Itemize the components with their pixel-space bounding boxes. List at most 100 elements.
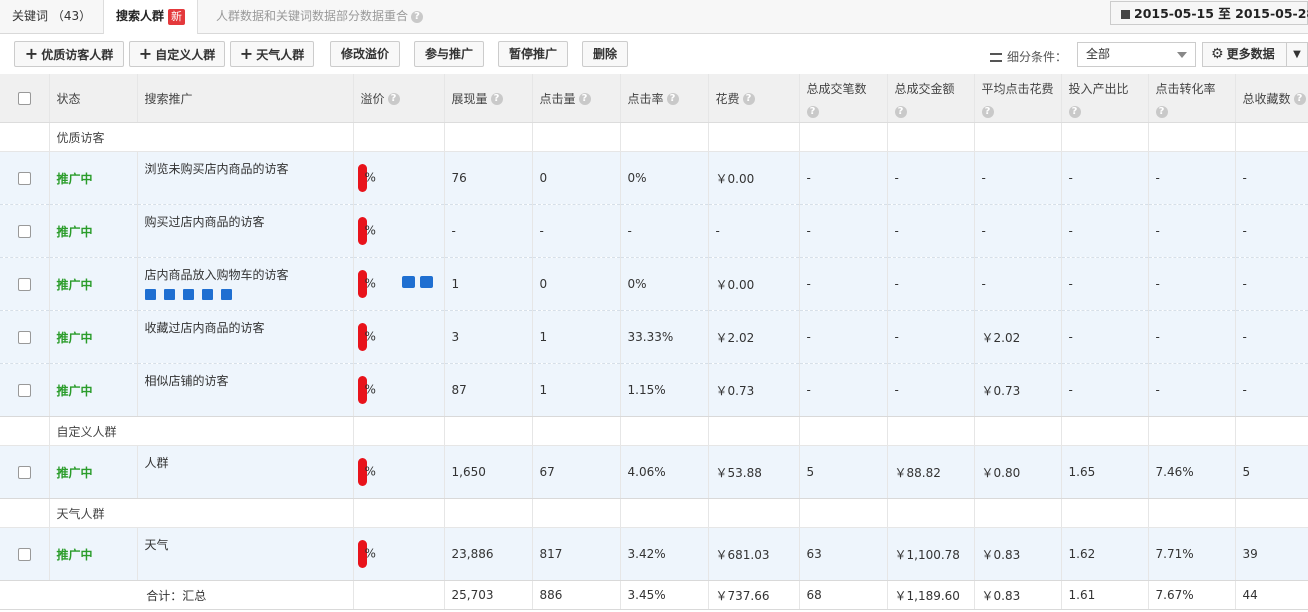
col-header-label: 点击转化率	[1155, 82, 1216, 96]
pause-icon[interactable]	[144, 289, 156, 300]
col-header[interactable]: 总收藏数?	[1235, 74, 1308, 123]
premium-cell[interactable]: %	[353, 527, 445, 581]
metric-cell: ￥0.73	[974, 363, 1062, 417]
help-icon[interactable]: ?	[806, 105, 819, 118]
table-row[interactable]: 推广中 购买过店内商品的访客% - - - - - - - - - -	[0, 204, 1308, 258]
table-row[interactable]: 推广中 相似店铺的访客% 87 1 1.15% ￥0.73- - ￥0.73- - -	[0, 363, 1308, 417]
total-cell: 1.61	[1061, 580, 1149, 610]
filter-select[interactable]: 全部	[1077, 42, 1196, 67]
row-checkbox[interactable]	[18, 331, 31, 344]
col-header[interactable]: 点击率?	[620, 74, 709, 123]
help-icon[interactable]: ?	[1155, 105, 1168, 118]
col-header[interactable]: 花费?	[708, 74, 800, 123]
table-row[interactable]: 推广中 人群% 1,650 67 4.06% ￥53.88 5 ￥88.82 ￥0.80 1.65…	[0, 445, 1308, 499]
help-icon[interactable]: ?	[666, 93, 679, 105]
help-icon[interactable]: ?	[490, 93, 503, 105]
select-all-checkbox[interactable]	[18, 92, 31, 105]
metric-cell: 0	[532, 151, 621, 205]
premium-cell[interactable]: %	[353, 310, 445, 364]
total-cell: 886	[532, 580, 621, 610]
total-cell: ￥1,189.60	[887, 580, 975, 610]
report-icon[interactable]	[220, 289, 232, 300]
metric-cell: 1.62	[1061, 527, 1149, 581]
col-header[interactable]: 点击转化率?	[1148, 74, 1236, 123]
trash-icon[interactable]	[182, 289, 194, 300]
row-checkbox[interactable]	[18, 172, 31, 185]
table-row[interactable]: 推广中 天气% 23,886 817 3.42% ￥681.03 63 ￥1,100.78 ￥0…	[0, 527, 1308, 581]
metric-cell: ￥1,100.78	[887, 527, 975, 581]
metric-cell: 1	[532, 363, 621, 417]
row-action-icons	[144, 287, 353, 301]
status-text: 推广中	[49, 527, 138, 581]
status-text: 推广中	[49, 151, 138, 205]
help-icon[interactable]: ?	[894, 105, 907, 118]
row-checkbox[interactable]	[18, 225, 31, 238]
metric-cell: -	[887, 363, 975, 417]
date-range-picker[interactable]: 2015-05-15 至 2015-05-28	[1110, 1, 1308, 25]
col-header[interactable]: 平均点击花费?	[974, 74, 1062, 123]
table-row[interactable]: 推广中 店内商品放入购物车的访客% 1 0 0% ￥0.00- - - - - -	[0, 257, 1308, 311]
table-row[interactable]: 推广中 收藏过店内商品的访客% 3 1 33.33% ￥2.02- - ￥2.02- - -	[0, 310, 1308, 364]
col-header[interactable]: 状态	[49, 74, 138, 123]
premium-cell[interactable]: %	[353, 204, 445, 258]
metric-cell: 63	[799, 527, 888, 581]
premium-value: %	[364, 329, 376, 344]
filter-label-text: 细分条件：	[1007, 50, 1068, 64]
add-quality-visitor-button[interactable]: + 优质访客人群	[14, 41, 124, 67]
total-cell: 3.45%	[620, 580, 709, 610]
modify-premium-button[interactable]: 修改溢价	[330, 41, 400, 67]
row-checkbox[interactable]	[18, 384, 31, 397]
help-icon[interactable]: ?	[578, 93, 591, 105]
help-icon[interactable]: ?	[1293, 93, 1306, 105]
metric-cell: ￥0.00	[708, 257, 800, 311]
premium-cell[interactable]: %	[353, 363, 445, 417]
total-cell: 44	[1235, 580, 1308, 610]
crowd-name: 人群	[144, 456, 169, 470]
metric-cell: 33.33%	[620, 310, 709, 364]
col-header[interactable]: 点击量?	[532, 74, 621, 123]
group-row: 优质访客	[0, 122, 1308, 152]
more-data-button[interactable]: ⚙ 更多数据 ▼	[1202, 42, 1308, 67]
tab-keyword[interactable]: 关键词 （43）	[0, 0, 105, 33]
line-chart-icon[interactable]	[201, 289, 213, 300]
metric-cell: -	[887, 310, 975, 364]
row-checkbox[interactable]	[18, 466, 31, 479]
total-cell: 7.67%	[1148, 580, 1236, 610]
help-icon[interactable]: ?	[1068, 105, 1081, 118]
col-header[interactable]: 总成交金额?	[887, 74, 975, 123]
col-header[interactable]: 展现量?	[444, 74, 533, 123]
add-weather-crowd-label: 天气人群	[256, 48, 305, 62]
row-checkbox[interactable]	[18, 548, 31, 561]
new-badge: 新	[168, 9, 186, 25]
help-icon[interactable]: ?	[411, 10, 424, 23]
delete-button[interactable]: 删除	[582, 41, 628, 67]
col-header-label: 总成交笔数	[806, 82, 867, 96]
col-header[interactable]: 投入产出比?	[1061, 74, 1149, 123]
chevron-down-icon[interactable]: ▼	[1286, 43, 1307, 66]
metric-cell: 0%	[620, 151, 709, 205]
add-weather-crowd-button[interactable]: + 天气人群	[230, 41, 314, 67]
metric-cell: 1,650	[444, 445, 533, 499]
row-checkbox[interactable]	[18, 278, 31, 291]
metric-cell: ￥681.03	[708, 527, 800, 581]
table-row[interactable]: 推广中 浏览未购买店内商品的访客% 76 0 0% ￥0.00- - - - - -	[0, 151, 1308, 205]
add-custom-crowd-button[interactable]: + 自定义人群	[129, 41, 225, 67]
help-icon[interactable]: ?	[387, 93, 400, 105]
col-header[interactable]: 溢价?	[353, 74, 445, 123]
tab-note: 人群数据和关键词数据部分数据重合?	[216, 0, 424, 33]
plus-icon: +	[24, 44, 39, 63]
join-promo-button[interactable]: 参与推广	[414, 41, 484, 67]
premium-cell[interactable]: %	[353, 151, 445, 205]
calendar-icon[interactable]	[163, 289, 175, 300]
col-header[interactable]: 总成交笔数?	[799, 74, 888, 123]
premium-cell[interactable]: %	[353, 445, 445, 499]
help-icon[interactable]: ?	[981, 105, 994, 118]
help-icon[interactable]: ?	[742, 93, 755, 105]
pause-promo-button[interactable]: 暂停推广	[498, 41, 568, 67]
col-header[interactable]: 搜索推广	[137, 74, 354, 123]
metric-cell: 5	[1235, 445, 1308, 499]
user-add-icon[interactable]	[402, 276, 415, 288]
pencil-icon[interactable]	[420, 276, 433, 288]
tab-search-crowd[interactable]: 搜索人群新	[103, 0, 199, 34]
crowd-name: 相似店铺的访客	[144, 374, 229, 388]
